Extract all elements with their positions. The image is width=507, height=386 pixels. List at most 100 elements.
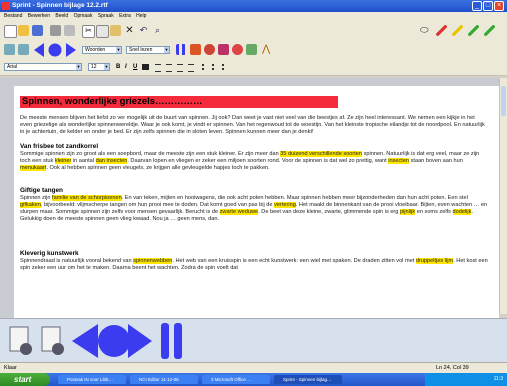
big-next-icon[interactable] (128, 324, 152, 358)
bold-button[interactable]: B (116, 63, 120, 71)
record-icon[interactable] (204, 44, 215, 55)
justify-icon[interactable] (188, 64, 194, 72)
undo-icon[interactable]: ↶ (138, 25, 149, 36)
play-circle-icon[interactable] (48, 43, 62, 57)
copy-icon[interactable] (96, 25, 109, 38)
yellow-marker-icon[interactable] (452, 25, 463, 36)
previous-icon[interactable] (34, 43, 44, 57)
green-marker-icon[interactable] (468, 25, 479, 36)
taskbar-item[interactable]: 3 Microsoft Office … (202, 375, 270, 384)
open-folder-icon[interactable] (18, 25, 29, 36)
delete-icon[interactable]: ✕ (124, 25, 135, 36)
bullet-list-icon[interactable] (202, 64, 210, 70)
settings-icon[interactable] (232, 44, 243, 55)
font-size-select[interactable]: 12 ▼ (88, 63, 110, 71)
text-run: en soms zelfs (415, 209, 453, 215)
new-document-icon[interactable] (4, 25, 17, 38)
reading-control-bar (0, 318, 507, 363)
indent-icon[interactable] (222, 64, 230, 70)
clock: 11:3 (493, 376, 503, 382)
font-color-icon[interactable] (142, 64, 149, 70)
highlighted-text: insecten (388, 158, 410, 164)
paste-icon[interactable] (110, 25, 121, 36)
save-icon[interactable] (32, 25, 43, 36)
text-run: staan boven aan hun (409, 158, 463, 164)
highlighted-text: druppeltjes lijm (415, 258, 454, 264)
align-right-icon[interactable] (177, 64, 183, 72)
text-run: Spinnen zijn (20, 195, 53, 201)
section-heading: Van frisbee tot zandkorrel (20, 143, 99, 150)
section-paragraph: Spinnen zijn familie van de schorpioenen… (20, 195, 488, 223)
highlighted-text: vertering (274, 202, 296, 208)
title-bar: Sprint - Spinnen bijlage 12.2.rtf _ □ × (0, 0, 507, 12)
print-icon[interactable] (50, 25, 61, 36)
start-button[interactable]: start (0, 373, 50, 386)
read-page-icon[interactable] (8, 325, 34, 357)
menu-format[interactable]: Opmaak (74, 12, 93, 21)
menu-help[interactable]: Help (136, 12, 146, 21)
section-paragraph: Spinnendraad is natuurlijk vooral bekend… (20, 258, 488, 272)
speed-select[interactable]: Snel lezen ▼ (126, 46, 170, 54)
taskbar-item[interactable]: NCI Editor 11-12-06 (130, 375, 198, 384)
big-playback-controls (72, 324, 152, 358)
system-tray: 11:3 (425, 373, 507, 386)
next-icon[interactable] (66, 43, 76, 57)
taskbar-item-label: Sprint - Spinnen bijlag… (283, 377, 332, 382)
align-center-icon[interactable] (166, 64, 172, 72)
highlighted-text: zwarte weduwe (219, 209, 259, 215)
marker-alt-icon[interactable] (484, 25, 495, 36)
vertical-scrollbar[interactable] (499, 78, 507, 314)
text-run: . De beet van deze kleine, zwarte, glimm… (258, 209, 400, 215)
voice-mode-value: Woorden (85, 47, 106, 53)
stop-icon[interactable] (190, 44, 201, 55)
highlighted-text: dan insecten (95, 158, 128, 164)
standard-toolbar: ✂ ✕ ↶ ⌕ ⬭ (0, 21, 507, 41)
highlighter-icon[interactable]: ⋀ (262, 44, 273, 55)
scroll-thumb[interactable] (501, 86, 506, 116)
italic-button[interactable]: I (125, 63, 127, 71)
read-document-icon[interactable] (4, 44, 15, 55)
document-page[interactable]: Spinnen, wonderlijke griezels…………… De me… (14, 86, 499, 320)
chevron-down-icon: ▼ (104, 64, 109, 70)
window-title: Sprint - Spinnen bijlage 12.2.rtf (12, 2, 108, 9)
menu-speech[interactable]: Spraak (98, 12, 114, 21)
highlighted-text: menukaart (20, 165, 47, 171)
read-paragraph-icon[interactable] (40, 325, 66, 357)
pause-icon[interactable] (176, 44, 186, 55)
menu-bar: Bestand Bewerken Beeld Opmaak Spraak Ext… (0, 12, 507, 21)
shapes-icon[interactable]: ⬭ (420, 25, 431, 36)
text-run: . Ook al hebben spinnen geen vleugels, z… (46, 165, 270, 171)
taskbar-item-active[interactable]: Sprint - Spinnen bijlag… (274, 375, 342, 384)
speaker-icon[interactable] (246, 44, 257, 55)
menu-file[interactable]: Bestand (4, 12, 22, 21)
taskbar-item[interactable]: Postvak IN voor Libb… (58, 375, 126, 384)
font-select[interactable]: Arial ▼ (4, 63, 82, 71)
menu-edit[interactable]: Bewerken (28, 12, 50, 21)
playback-controls (34, 43, 76, 57)
numbered-list-icon[interactable] (212, 64, 220, 70)
underline-button[interactable]: U (133, 63, 137, 71)
red-marker-icon[interactable] (436, 25, 447, 36)
cut-icon[interactable]: ✂ (82, 25, 95, 38)
taskbar-item-label: Postvak IN voor Libb… (67, 377, 114, 382)
big-play-icon[interactable] (98, 325, 130, 357)
print-preview-icon[interactable] (64, 25, 75, 36)
align-left-icon[interactable] (155, 64, 161, 72)
big-pause-icon[interactable] (160, 323, 184, 359)
highlighted-text: spinnenwebben (133, 258, 173, 264)
voice-mode-select[interactable]: Woorden ▼ (82, 46, 122, 54)
dictionary-icon[interactable] (218, 44, 229, 55)
chevron-down-icon: ▼ (164, 47, 169, 53)
read-selection-icon[interactable] (18, 44, 29, 55)
search-icon[interactable]: ⌕ (152, 25, 163, 36)
big-previous-icon[interactable] (72, 324, 98, 358)
minimize-button[interactable]: _ (472, 1, 482, 11)
start-label: start (14, 375, 32, 384)
menu-extra[interactable]: Extra (119, 12, 131, 21)
speed-value: Snel lezen (129, 47, 153, 53)
close-button[interactable]: × (494, 1, 504, 11)
maximize-button[interactable]: □ (483, 1, 493, 11)
menu-view[interactable]: Beeld (55, 12, 68, 21)
highlighted-text: dodelijk (452, 209, 472, 215)
taskbar-item-label: 3 Microsoft Office … (211, 377, 252, 382)
